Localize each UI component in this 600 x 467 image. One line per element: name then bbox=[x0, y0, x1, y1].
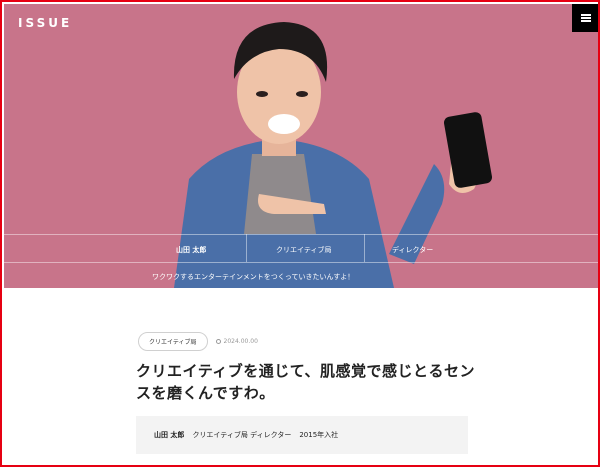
hero-role: ディレクター bbox=[392, 246, 434, 254]
hero-section: ISSUE 山田 太郎 クリエイティブ局 ディレクター ワクワクするエンターテイ… bbox=[4, 4, 598, 288]
article-meta: クリエイティブ局 2024.00.00 bbox=[138, 332, 258, 351]
grid-divider bbox=[364, 234, 365, 262]
profile-joined: 2015年入社 bbox=[299, 431, 339, 439]
menu-button[interactable] bbox=[572, 4, 598, 32]
grid-divider bbox=[246, 234, 247, 262]
profile-position: クリエイティブ局 ディレクター bbox=[192, 431, 292, 439]
category-tag[interactable]: クリエイティブ局 bbox=[138, 332, 208, 351]
grid-line bbox=[4, 234, 598, 235]
grid-line bbox=[4, 262, 598, 263]
hero-name: 山田 太郎 bbox=[176, 246, 207, 254]
article-content: クリエイティブ局 2024.00.00 クリエイティブを通じて、肌感覚で感じとる… bbox=[2, 288, 598, 465]
hero-caption: ワクワクするエンターテインメントをつくっていきたいんすよ！ bbox=[152, 273, 355, 281]
hero-department: クリエイティブ局 bbox=[276, 246, 332, 254]
profile-name: 山田 太郎 bbox=[154, 431, 185, 439]
clock-icon bbox=[215, 339, 221, 344]
article-date: 2024.00.00 bbox=[215, 338, 258, 345]
date-text: 2024.00.00 bbox=[223, 338, 258, 345]
profile-box: 山田 太郎 クリエイティブ局 ディレクター 2015年入社 bbox=[136, 416, 468, 454]
hamburger-icon bbox=[581, 14, 591, 22]
page-frame: ISSUE 山田 太郎 クリエイティブ局 ディレクター ワクワクするエンターテイ… bbox=[0, 0, 600, 467]
site-logo[interactable]: ISSUE bbox=[18, 16, 72, 30]
article-title: クリエイティブを通じて、肌感覚で感じとるセンスを磨くんですわ。 bbox=[136, 362, 476, 402]
